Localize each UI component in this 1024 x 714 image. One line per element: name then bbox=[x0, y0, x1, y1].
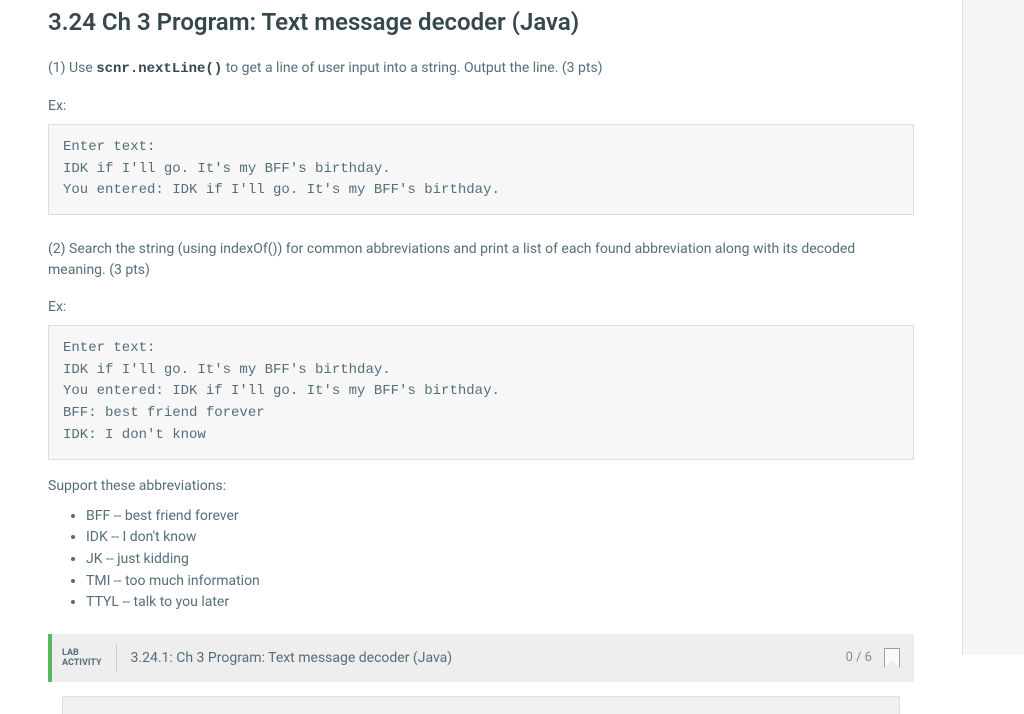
example-label-2: Ex: bbox=[48, 299, 914, 315]
step1-code: scnr.nextLine() bbox=[96, 61, 222, 77]
list-item: TTYL -- talk to you later bbox=[86, 592, 914, 614]
main-content: 3.24 Ch 3 Program: Text message decoder … bbox=[0, 0, 962, 655]
right-sidebar-gutter bbox=[962, 0, 1024, 655]
list-item: TMI -- too much information bbox=[86, 571, 914, 593]
step1-description: (1) Use scnr.nextLine() to get a line of… bbox=[48, 58, 914, 80]
lab-activity-badge: LAB ACTIVITY bbox=[62, 648, 102, 669]
divider bbox=[116, 644, 117, 672]
lab-badge-line2: ACTIVITY bbox=[62, 658, 102, 668]
lab-activity-score: 0 / 6 bbox=[846, 650, 872, 665]
page-title: 3.24 Ch 3 Program: Text message decoder … bbox=[48, 8, 914, 36]
step1-prefix: (1) Use bbox=[48, 60, 96, 76]
step1-suffix: to get a line of user input into a strin… bbox=[222, 60, 602, 76]
step2-description: (2) Search the string (using indexOf()) … bbox=[48, 239, 914, 281]
lab-badge-line1: LAB bbox=[62, 648, 102, 658]
list-item: JK -- just kidding bbox=[86, 549, 914, 571]
list-item: IDK -- I don't know bbox=[86, 527, 914, 549]
example-label-1: Ex: bbox=[48, 98, 914, 114]
file-tab-partial bbox=[62, 696, 900, 714]
list-item: BFF -- best friend forever bbox=[86, 506, 914, 528]
support-abbreviations-label: Support these abbreviations: bbox=[48, 478, 914, 494]
bookmark-icon[interactable] bbox=[884, 648, 900, 668]
lab-activity-title: 3.24.1: Ch 3 Program: Text message decod… bbox=[131, 650, 846, 666]
abbreviation-list: BFF -- best friend forever IDK -- I don'… bbox=[48, 506, 914, 614]
code-example-1: Enter text: IDK if I'll go. It's my BFF'… bbox=[48, 124, 914, 215]
lab-activity-bar: LAB ACTIVITY 3.24.1: Ch 3 Program: Text … bbox=[48, 634, 914, 682]
code-example-2: Enter text: IDK if I'll go. It's my BFF'… bbox=[48, 325, 914, 459]
